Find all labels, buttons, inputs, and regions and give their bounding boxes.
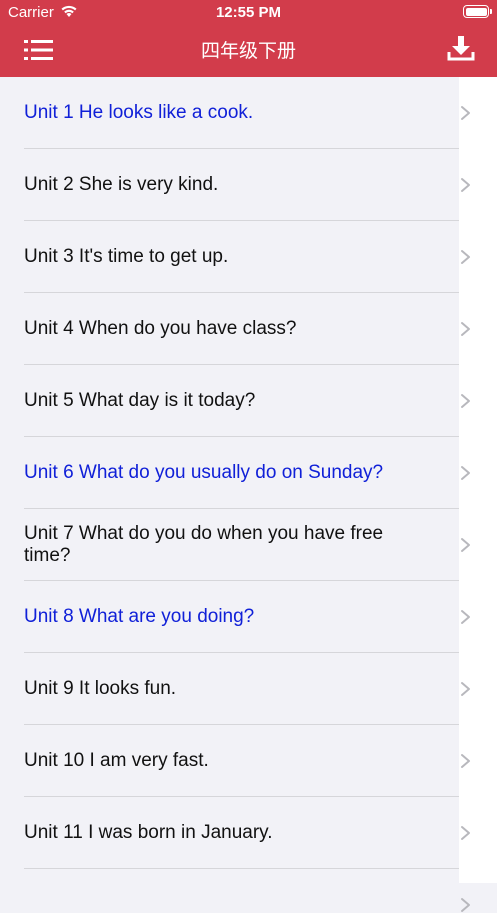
chevron-right-icon[interactable] (460, 393, 472, 409)
status-bar: Carrier 12:55 PM (0, 0, 497, 26)
unit-title: Unit 9 It looks fun. (24, 678, 177, 699)
download-icon[interactable] (447, 34, 475, 62)
list-item[interactable]: Unit 11 I was born in January. (0, 797, 459, 869)
unit-title: Unit 3 It's time to get up. (24, 246, 229, 267)
unit-title: Unit 10 I am very fast. (24, 750, 209, 771)
unit-title: Unit 2 She is very kind. (24, 174, 219, 195)
unit-title: Unit 1 He looks like a cook. (24, 102, 254, 123)
list-item[interactable]: Unit 10 I am very fast. (0, 725, 459, 797)
list-item[interactable]: Unit 2 She is very kind. (0, 149, 459, 221)
list-item[interactable]: Unit 3 It's time to get up. (0, 221, 459, 293)
list-item[interactable]: Unit 8 What are you doing? (0, 581, 459, 653)
list-item[interactable]: Unit 5 What day is it today? (0, 365, 459, 437)
status-time: 12:55 PM (215, 4, 282, 21)
unit-list: Unit 1 He looks like a cook. Unit 2 She i… (0, 77, 459, 883)
battery-icon (463, 5, 492, 18)
unit-title (24, 869, 404, 883)
nav-header: Carrier 12:55 PM 四年级下册 (0, 0, 497, 77)
chevron-right-icon[interactable] (460, 465, 472, 481)
list-item[interactable]: Unit 9 It looks fun. (0, 653, 459, 725)
chevron-right-icon[interactable] (460, 825, 472, 841)
list-item[interactable]: Unit 6 What do you usually do on Sunday? (0, 437, 459, 509)
chevron-right-icon[interactable] (460, 609, 472, 625)
list-item[interactable]: Unit 4 When do you have class? (0, 293, 459, 365)
chevron-right-icon[interactable] (460, 681, 472, 697)
chevron-right-icon[interactable] (460, 321, 472, 337)
unit-title: Unit 11 I was born in January. (24, 822, 273, 843)
unit-title: Unit 7 What do you do when you have free… (24, 523, 384, 566)
list-item[interactable] (0, 869, 459, 883)
chevron-right-icon[interactable] (460, 177, 472, 193)
unit-title: Unit 5 What day is it today? (24, 390, 256, 411)
list-item[interactable]: Unit 7 What do you do when you have free… (0, 509, 459, 581)
list-item[interactable]: Unit 1 He looks like a cook. (0, 77, 459, 149)
chevron-right-icon[interactable] (460, 537, 472, 553)
chevron-right-icon[interactable] (460, 753, 472, 769)
chevron-right-icon[interactable] (460, 249, 472, 265)
unit-title: Unit 4 When do you have class? (24, 318, 297, 339)
unit-title: Unit 8 What are you doing? (24, 606, 255, 627)
unit-title: Unit 6 What do you usually do on Sunday? (24, 462, 384, 483)
page-title: 四年级下册 (200, 41, 296, 62)
chevron-right-icon[interactable] (460, 897, 472, 913)
chevron-right-icon[interactable] (460, 105, 472, 121)
